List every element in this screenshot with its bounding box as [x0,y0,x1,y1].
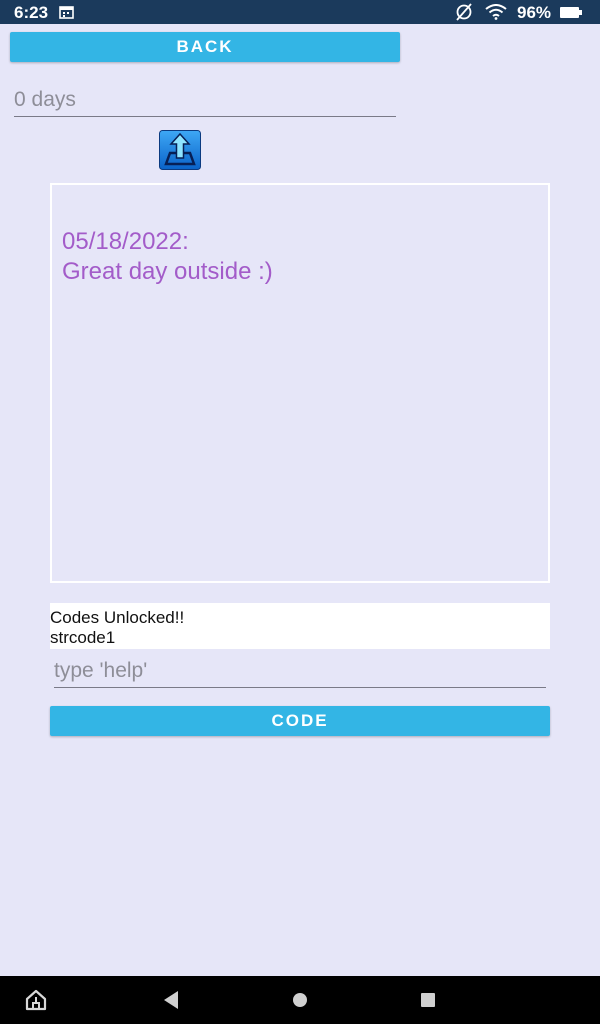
home-icon[interactable] [24,988,48,1012]
status-bar: 6:23 96% [0,0,600,24]
wifi-icon [485,4,507,20]
journal-text: 05/18/2022: Great day outside :) [62,227,273,287]
code-input-field[interactable] [54,655,546,688]
calendar-icon [59,6,74,19]
code-input[interactable] [54,657,534,685]
days-value: 0 days [14,88,76,111]
code-item: strcode1 [50,628,116,647]
back-icon[interactable] [162,990,180,1010]
no-sim-icon [456,3,472,21]
journal-entry: Great day outside :) [62,258,273,285]
code-button[interactable]: CODE [50,706,550,736]
battery-icon [560,7,582,18]
days-field[interactable]: 0 days [14,84,396,117]
upload-icon[interactable] [159,130,201,170]
journal-entry-box[interactable]: 05/18/2022: Great day outside :) [50,183,550,583]
journal-date: 05/18/2022: [62,228,189,255]
status-time: 6:23 [14,3,49,22]
back-button[interactable]: BACK [10,32,400,62]
codes-output: Codes Unlocked!! strcode1 [50,603,550,649]
battery-percent: 96% [517,3,552,22]
home-circle-icon[interactable] [292,992,308,1008]
codes-unlocked-text: Codes Unlocked!! [50,608,185,627]
recents-icon[interactable] [420,992,436,1008]
